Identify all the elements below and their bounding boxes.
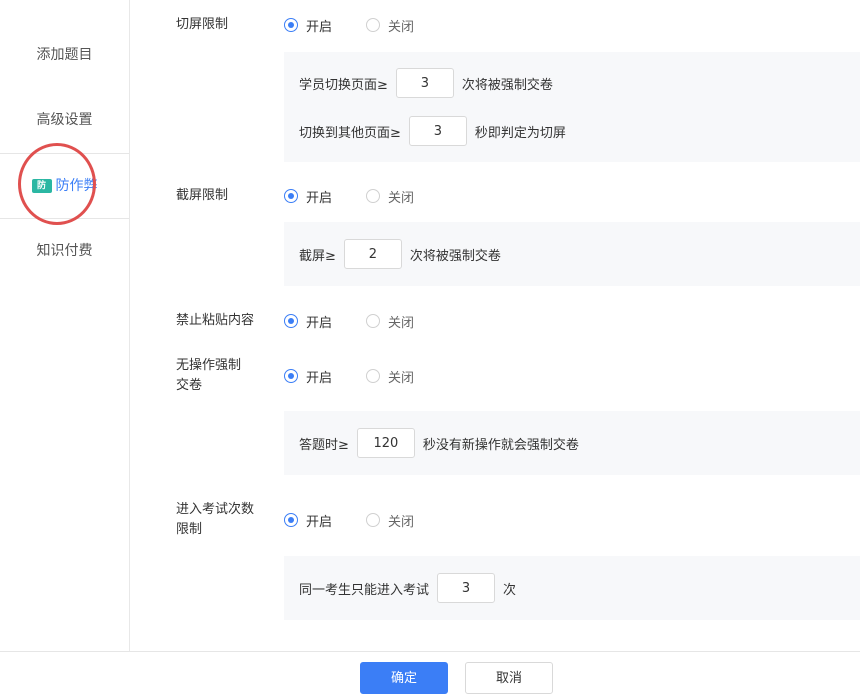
idle-submit-label-line1: 无操作强制 <box>176 358 242 373</box>
idle-submit-off-radio[interactable]: 关闭 <box>366 367 414 386</box>
idle-seconds-prefix: 答题时≥ <box>299 437 349 453</box>
no-paste-on-radio[interactable]: 开启 <box>284 312 332 331</box>
switch-screen-label: 切屏限制 <box>176 17 229 32</box>
entry-limit-radio-group: 开启 关闭 <box>284 510 448 530</box>
switch-screen-panel: 学员切换页面≥ 次将被强制交卷 切换到其他页面≥ 秒即判定为切屏 <box>284 52 860 162</box>
switch-seconds-suffix: 秒即判定为切屏 <box>474 125 566 141</box>
entry-limit-on-radio[interactable]: 开启 <box>284 511 332 530</box>
entry-limit-label: 进入考试次数 限制 <box>176 500 254 540</box>
screenshot-count-prefix: 截屏≥ <box>299 248 336 264</box>
switch-seconds-prefix: 切换到其他页面≥ <box>299 125 401 141</box>
idle-seconds-input[interactable] <box>356 428 415 458</box>
screenshot-off-radio[interactable]: 关闭 <box>366 187 414 206</box>
entry-limit-panel: 同一考生只能进入考试 次 <box>284 556 860 620</box>
anti-cheat-icon: 防 <box>31 179 52 193</box>
radio-checked-icon <box>284 314 298 328</box>
switch-screen-off-radio[interactable]: 关闭 <box>366 16 414 35</box>
footer-bar: 确定 取消 <box>0 651 860 700</box>
entry-count-suffix: 次 <box>503 582 517 598</box>
radio-checked-icon <box>284 189 298 203</box>
radio-checked-icon <box>284 513 298 527</box>
screenshot-count-row: 截屏≥ 次将被强制交卷 <box>299 238 501 270</box>
switch-count-suffix: 次将被强制交卷 <box>461 77 553 93</box>
screenshot-count-input[interactable] <box>343 239 402 269</box>
screenshot-on-radio[interactable]: 开启 <box>284 187 332 206</box>
no-paste-label: 禁止粘贴内容 <box>176 313 255 328</box>
sidebar-item-label: 防作弊 <box>55 178 98 194</box>
confirm-button[interactable]: 确定 <box>360 662 448 694</box>
idle-seconds-suffix: 秒没有新操作就会强制交卷 <box>422 437 579 453</box>
switch-screen-on-radio[interactable]: 开启 <box>284 16 332 35</box>
radio-unchecked-icon <box>366 513 381 527</box>
entry-limit-off-radio[interactable]: 关闭 <box>366 511 414 530</box>
radio-unchecked-icon <box>366 314 381 328</box>
idle-submit-panel: 答题时≥ 秒没有新操作就会强制交卷 <box>284 411 860 475</box>
idle-submit-radio-group: 开启 关闭 <box>284 366 448 386</box>
switch-seconds-row: 切换到其他页面≥ 秒即判定为切屏 <box>299 115 566 147</box>
switch-screen-radio-group: 开启 关闭 <box>284 15 448 35</box>
screenshot-panel: 截屏≥ 次将被强制交卷 <box>284 222 860 286</box>
switch-seconds-input[interactable] <box>408 116 467 146</box>
sidebar-item-advanced-settings[interactable]: 高级设置 <box>0 87 129 153</box>
sidebar: 添加题目 高级设置 防防作弊 知识付费 <box>0 0 130 651</box>
screenshot-radio-group: 开启 关闭 <box>284 186 448 206</box>
switch-count-input[interactable] <box>395 68 454 98</box>
no-paste-radio-group: 开启 关闭 <box>284 311 448 331</box>
idle-submit-label: 无操作强制 交卷 <box>176 356 241 396</box>
cancel-button[interactable]: 取消 <box>465 662 553 694</box>
entry-limit-label-line2: 限制 <box>176 522 203 537</box>
screenshot-count-suffix: 次将被强制交卷 <box>409 248 501 264</box>
switch-count-row: 学员切换页面≥ 次将被强制交卷 <box>299 67 553 99</box>
sidebar-item-paid-knowledge[interactable]: 知识付费 <box>0 218 129 284</box>
radio-checked-icon <box>284 369 298 383</box>
sidebar-item-label: 知识付费 <box>36 243 93 259</box>
no-paste-off-radio[interactable]: 关闭 <box>366 312 414 331</box>
radio-unchecked-icon <box>366 18 381 32</box>
idle-submit-on-radio[interactable]: 开启 <box>284 367 332 386</box>
screenshot-label: 截屏限制 <box>176 188 229 203</box>
idle-submit-label-line2: 交卷 <box>176 378 203 393</box>
idle-seconds-row: 答题时≥ 秒没有新操作就会强制交卷 <box>299 427 579 459</box>
entry-limit-label-line1: 进入考试次数 <box>176 502 255 517</box>
sidebar-item-label: 高级设置 <box>36 112 93 128</box>
sidebar-item-label: 添加题目 <box>36 47 93 63</box>
radio-unchecked-icon <box>366 189 381 203</box>
switch-count-prefix: 学员切换页面≥ <box>299 77 388 93</box>
radio-checked-icon <box>284 18 298 32</box>
entry-count-prefix: 同一考生只能进入考试 <box>299 582 430 598</box>
radio-unchecked-icon <box>366 369 381 383</box>
sidebar-item-anti-cheat[interactable]: 防防作弊 <box>0 153 129 219</box>
sidebar-item-add-questions[interactable]: 添加题目 <box>0 22 129 88</box>
entry-count-row: 同一考生只能进入考试 次 <box>299 572 516 604</box>
entry-count-input[interactable] <box>437 573 496 603</box>
